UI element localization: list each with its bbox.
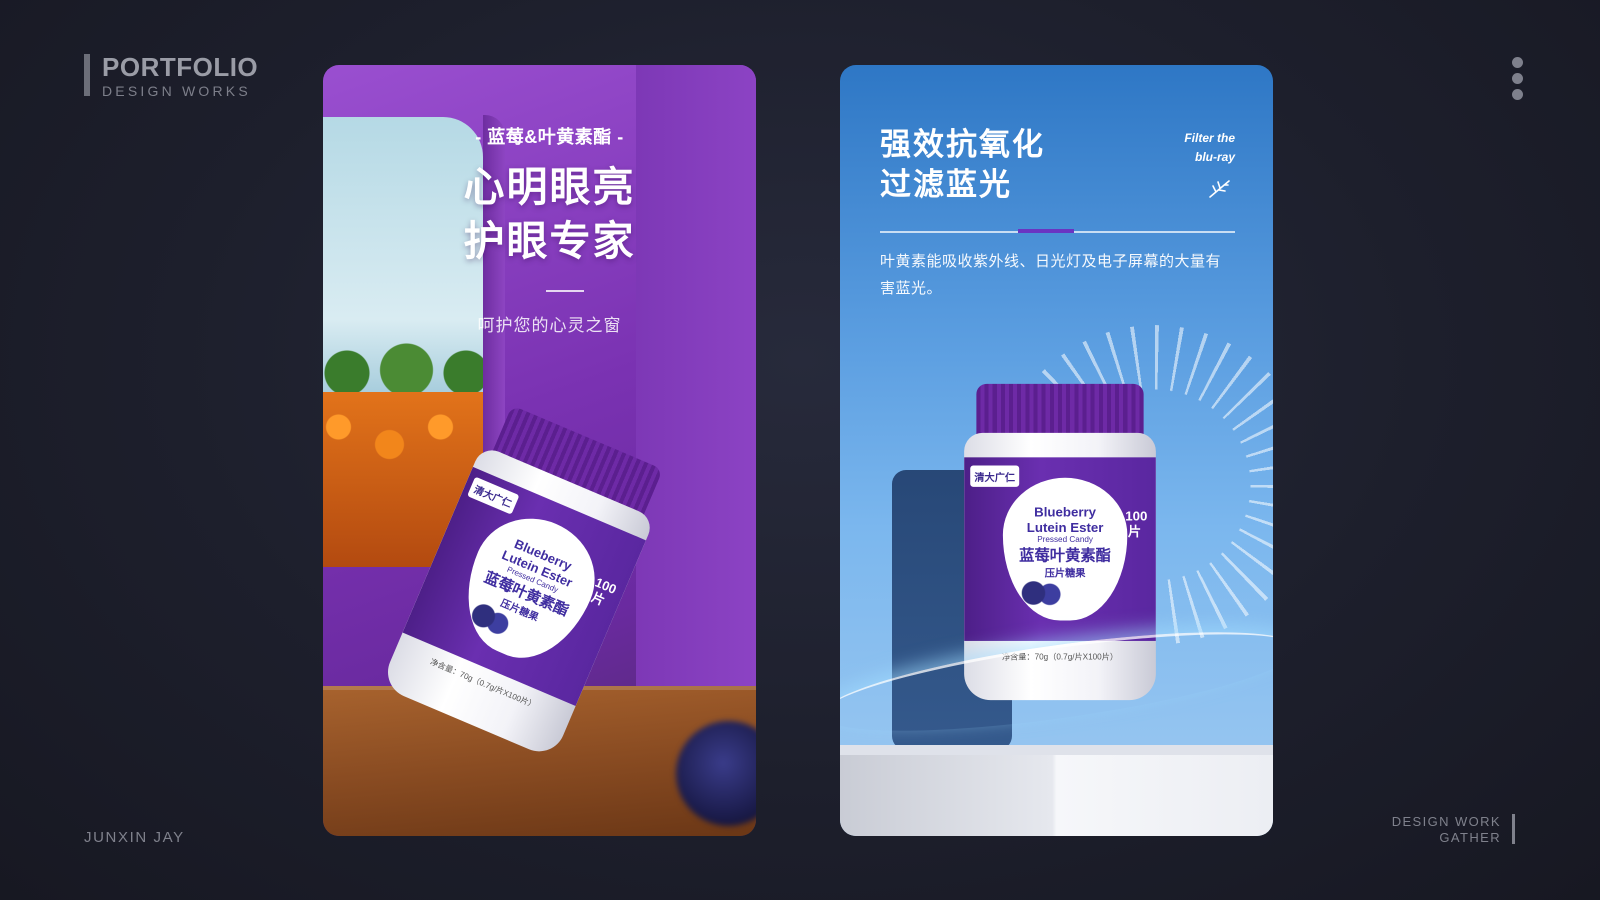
right-poster-card[interactable]: 强效抗氧化 过滤蓝光 Filter the blu-ray 叶黄素能吸收紫外线、… (840, 65, 1273, 836)
right-headline-line-1: 强效抗氧化 (880, 127, 1045, 162)
left-slogan: 呵护您的心灵之窗 (477, 316, 622, 335)
brand-title: PORTFOLIO (102, 52, 259, 82)
right-headline-line-2: 过滤蓝光 (880, 167, 1012, 202)
headline-line-1: 心明眼亮 (463, 164, 636, 210)
en-caption-line-2: blu-ray (1194, 150, 1235, 164)
brand-logo: 清大广仁 (970, 465, 1020, 487)
window-trees (323, 337, 483, 397)
section-rule-accent (1018, 229, 1074, 233)
name-en-2: Lutein Ester (1026, 519, 1104, 535)
name-en-3: Pressed Candy (1037, 534, 1093, 545)
headline-divider (546, 290, 584, 292)
blueberry-icon (1021, 579, 1063, 607)
right-body-text: 叶黄素能吸收紫外线、日光灯及电子屏幕的大量有害蓝光。 (880, 253, 1222, 297)
author-name: JUNXIN JAY (84, 829, 185, 846)
right-headline: 强效抗氧化 过滤蓝光 (880, 125, 1045, 205)
gather-line-2: GATHER (1439, 830, 1501, 845)
ingredient-tag: - 蓝莓&叶黄素酯 - (475, 127, 624, 147)
brand-logo: 清大广仁 (467, 476, 520, 515)
more-menu-icon[interactable] (1511, 57, 1525, 103)
brand-bar (84, 54, 90, 96)
name-en-1: Blueberry (1034, 504, 1097, 520)
left-headline: 心明眼亮 护眼专家 (323, 160, 756, 268)
filter-bluray-caption: Filter the blu-ray (1184, 129, 1235, 167)
pedestal (840, 755, 1273, 836)
en-caption-line-1: Filter the (1184, 131, 1235, 145)
sprig-icon (1209, 180, 1230, 198)
jar-label: 清大广仁 Blueberry Lutein Ester Pressed Cand… (964, 457, 1156, 641)
gather-line-1: DESIGN WORK (1391, 814, 1501, 829)
brand-subtitle: DESIGN WORKS (102, 83, 251, 99)
headline-line-2: 护眼专家 (463, 218, 636, 264)
tablet-count: 100片 (1125, 508, 1148, 539)
portfolio-brand: PORTFOLIO DESIGN WORKS (84, 54, 258, 100)
product-name-cn: 蓝莓叶黄素酯 压片糖果 (1003, 547, 1127, 584)
product-name-en: Blueberry Lutein Ester Pressed Candy (1003, 504, 1127, 545)
design-work-gather: DESIGN WORK GATHER (1391, 814, 1516, 846)
left-poster-card[interactable]: - 蓝莓&叶黄素酯 - 心明眼亮 护眼专家 呵护您的心灵之窗 清大广仁 Blue… (323, 65, 756, 836)
name-cn-1: 蓝莓叶黄素酯 (1019, 547, 1111, 565)
